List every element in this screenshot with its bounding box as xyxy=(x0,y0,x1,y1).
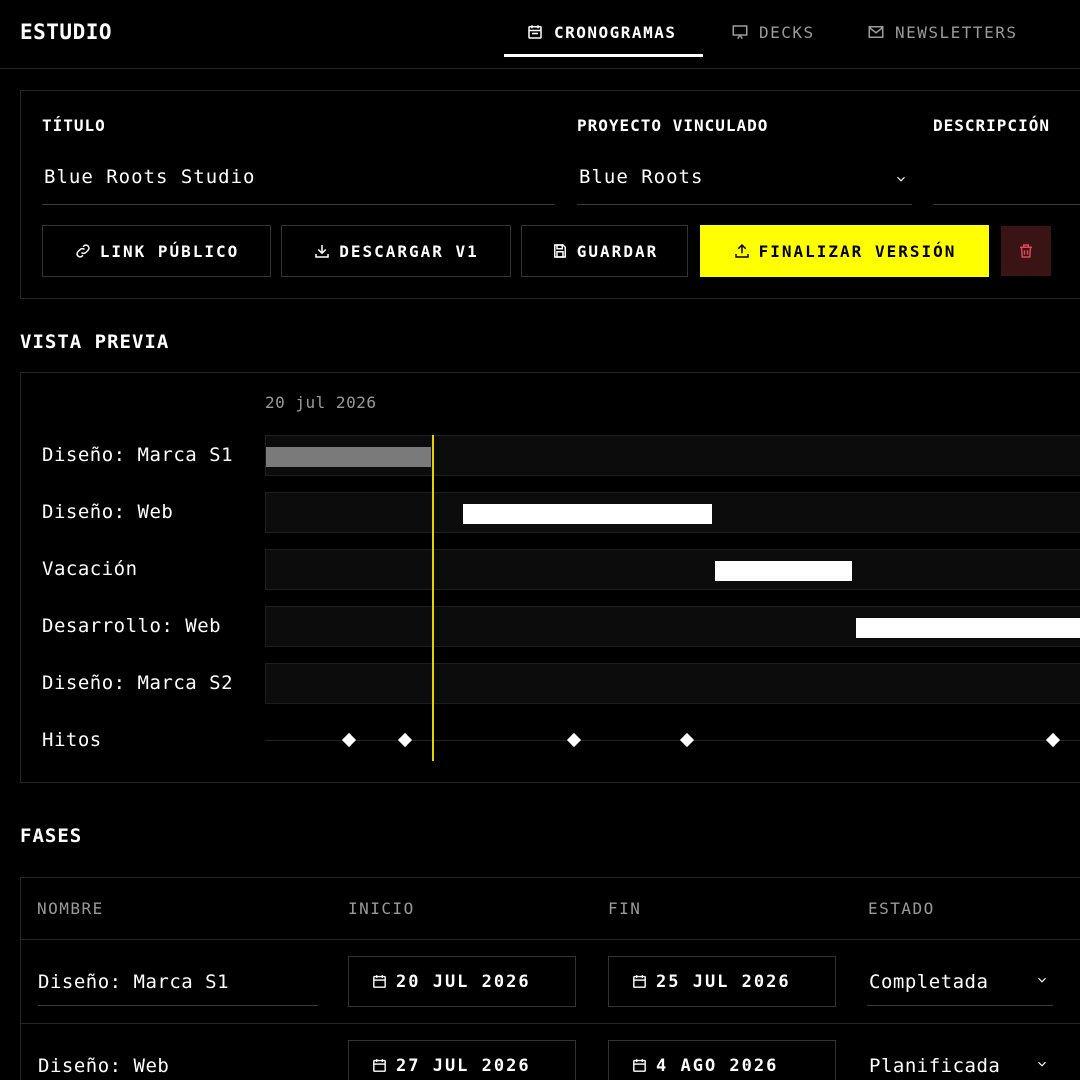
today-line xyxy=(432,435,434,761)
calendar-icon xyxy=(528,25,542,39)
start-date-value: 20 JUL 2026 xyxy=(396,971,531,992)
chevron-down-icon xyxy=(1038,977,1046,983)
column-header-status: ESTADO xyxy=(868,899,935,918)
tab-newsletters[interactable]: NEWSLETTERS xyxy=(867,21,1017,43)
description-input[interactable] xyxy=(933,166,1080,205)
column-header-name: NOMBRE xyxy=(37,899,104,918)
trash-icon xyxy=(1020,244,1032,258)
title-input[interactable]: Blue Roots Studio xyxy=(42,166,555,205)
gantt-track xyxy=(265,549,1080,590)
milestones-track xyxy=(265,740,1080,741)
chevron-down-icon xyxy=(897,176,905,182)
brand-logo[interactable]: ESTUDIO xyxy=(20,20,112,44)
row-divider xyxy=(20,1023,1080,1024)
calendar-icon xyxy=(633,975,646,988)
gantt-row-label: Diseño: Marca S1 xyxy=(42,444,234,466)
public-link-button[interactable]: LINK PÚBLICO xyxy=(42,225,271,277)
gantt-track xyxy=(265,606,1080,647)
presentation-icon xyxy=(732,25,748,40)
tab-cronogramas[interactable]: CRONOGRAMAS xyxy=(526,21,676,43)
end-date-value: 4 AGO 2026 xyxy=(656,1055,779,1076)
status-select[interactable]: Completada xyxy=(867,971,1053,1006)
gantt-row-label: Desarrollo: Web xyxy=(42,615,222,637)
phases-title: FASES xyxy=(20,825,83,847)
end-date-picker[interactable]: 4 AGO 2026 xyxy=(608,1040,836,1080)
public-link-label: LINK PÚBLICO xyxy=(99,241,240,261)
gantt-row-label: Vacación xyxy=(42,558,138,580)
download-icon xyxy=(315,245,329,258)
calendar-icon xyxy=(373,1059,386,1072)
gantt-bar-completed[interactable] xyxy=(266,447,431,467)
row-divider xyxy=(20,939,1080,940)
chevron-down-icon xyxy=(1038,1061,1046,1067)
calendar-icon xyxy=(373,975,386,988)
link-icon xyxy=(76,244,90,258)
end-date-picker[interactable]: 25 JUL 2026 xyxy=(608,956,836,1007)
gantt-track xyxy=(265,435,1080,476)
project-label: PROYECTO VINCULADO xyxy=(577,116,769,135)
start-date-picker[interactable]: 20 JUL 2026 xyxy=(348,956,576,1007)
tab-label: DECKS xyxy=(759,22,815,42)
status-select[interactable]: Planificada xyxy=(867,1055,1053,1080)
gantt-track xyxy=(265,663,1080,704)
project-select[interactable]: Blue Roots xyxy=(577,166,912,205)
gantt-bar-planned[interactable] xyxy=(856,618,1080,638)
download-button[interactable]: DESCARGAR V1 xyxy=(281,225,511,277)
mail-icon xyxy=(868,26,884,38)
description-label: DESCRIPCIÓN xyxy=(933,116,1050,135)
calendar-icon xyxy=(633,1059,646,1072)
gantt-track xyxy=(265,492,1080,533)
save-label: GUARDAR xyxy=(576,241,659,261)
milestones-label: Hitos xyxy=(42,729,102,751)
gantt-row-label: Diseño: Web xyxy=(42,501,174,523)
status-value: Planificada xyxy=(869,1055,1001,1077)
active-tab-indicator xyxy=(504,54,703,57)
gantt-row-label: Diseño: Marca S2 xyxy=(42,672,234,694)
tab-label: CRONOGRAMAS xyxy=(554,22,677,42)
start-date-value: 27 JUL 2026 xyxy=(396,1055,531,1076)
gantt-start-date: 20 jul 2026 xyxy=(265,393,377,412)
tab-decks[interactable]: DECKS xyxy=(731,21,815,43)
status-value: Completada xyxy=(869,971,989,993)
save-button[interactable]: GUARDAR xyxy=(521,225,688,277)
top-nav-bar: ESTUDIO CRONOGRAMAS DECKS NEWSLETTERS xyxy=(0,0,1080,69)
project-select-value: Blue Roots xyxy=(579,166,704,188)
phase-name-input[interactable]: Diseño: Web xyxy=(38,1055,318,1080)
download-label: DESCARGAR V1 xyxy=(339,241,479,261)
gantt-bar-planned[interactable] xyxy=(463,504,712,524)
upload-icon xyxy=(734,243,749,258)
title-label: TÍTULO xyxy=(42,116,106,135)
column-header-start: INICIO xyxy=(348,899,415,918)
delete-button[interactable] xyxy=(1001,226,1051,276)
finalize-label: FINALIZAR VERSIÓN xyxy=(758,241,957,261)
tab-label: NEWSLETTERS xyxy=(895,22,1018,42)
column-header-end: FIN xyxy=(608,899,642,918)
end-date-value: 25 JUL 2026 xyxy=(656,971,791,992)
gantt-bar-planned[interactable] xyxy=(715,561,852,581)
phase-name-input[interactable]: Diseño: Marca S1 xyxy=(38,971,318,1006)
start-date-picker[interactable]: 27 JUL 2026 xyxy=(348,1040,576,1080)
finalize-version-button[interactable]: FINALIZAR VERSIÓN xyxy=(700,225,989,277)
save-icon xyxy=(553,244,566,258)
preview-title: VISTA PREVIA xyxy=(20,331,170,353)
